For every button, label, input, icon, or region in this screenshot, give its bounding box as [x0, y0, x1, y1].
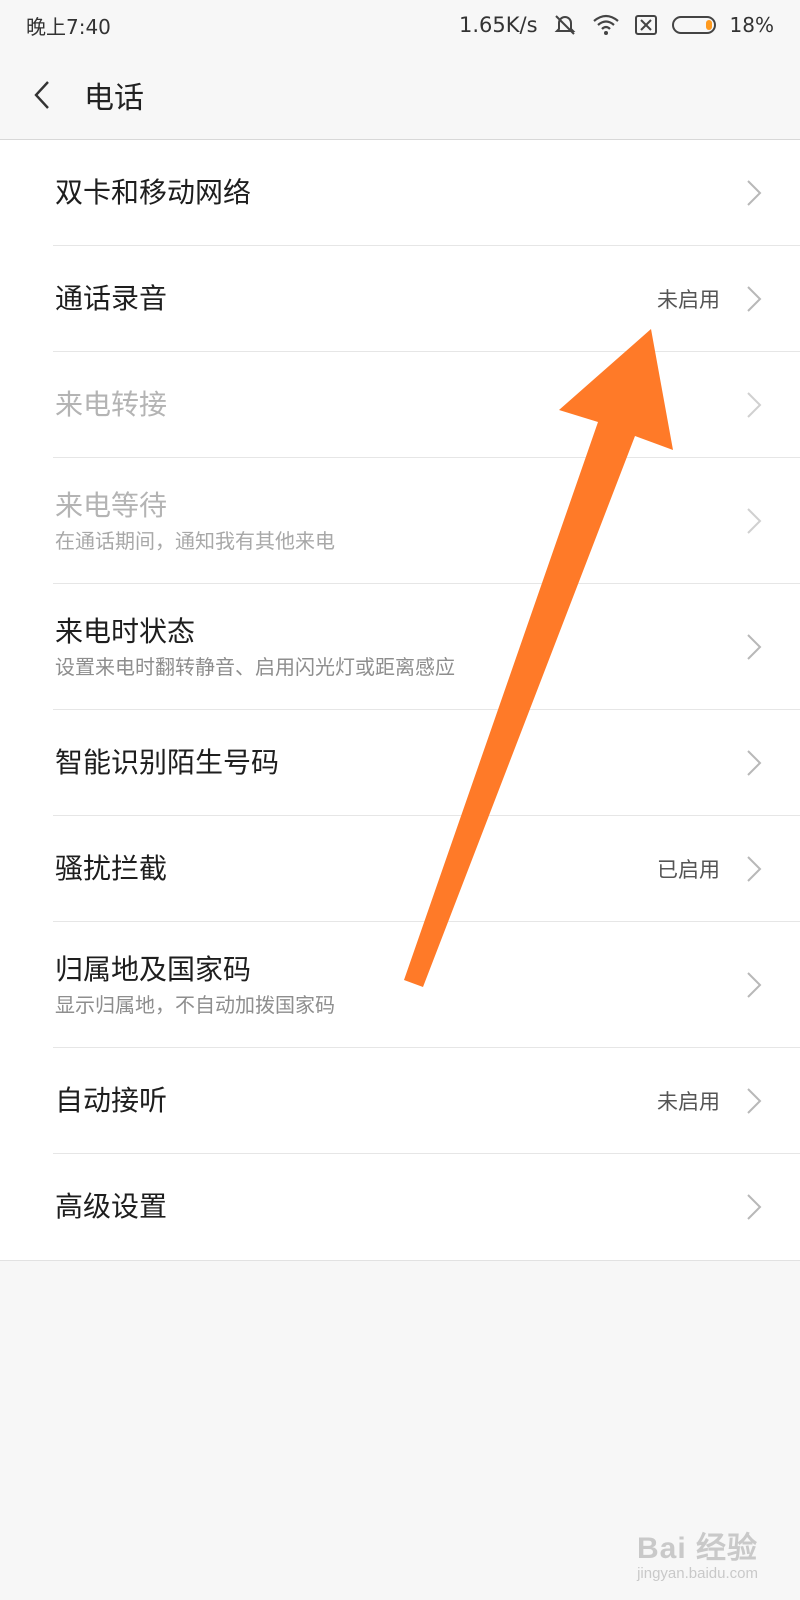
setting-call-recording[interactable]: 通话录音 未启用: [0, 246, 800, 352]
battery-icon: [671, 16, 716, 34]
back-chevron-icon: [34, 80, 49, 109]
title-bar: 电话: [0, 50, 800, 140]
setting-location-country-code[interactable]: 归属地及国家码 显示归属地，不自动加拨国家码: [0, 922, 800, 1048]
chevron-right-icon: [747, 972, 762, 998]
setting-smart-caller-id[interactable]: 智能识别陌生号码: [0, 710, 800, 816]
setting-subtitle: 在通话期间，通知我有其他来电: [55, 529, 335, 553]
chevron-right-icon: [747, 180, 762, 206]
page-title: 电话: [84, 80, 144, 116]
sim-off-icon: [634, 15, 657, 35]
setting-title: 来电时状态: [55, 615, 196, 648]
setting-title: 来电等待: [55, 489, 168, 522]
watermark: Bai 经验 jingyan.baidu.com: [637, 1523, 758, 1582]
setting-auto-answer[interactable]: 自动接听 未启用: [0, 1048, 800, 1154]
status-bar: 晚上7:40 1.65K/s 18%: [0, 0, 800, 50]
status-time: 晚上7:40: [26, 14, 111, 39]
setting-status: 未启用: [657, 288, 720, 312]
setting-title: 双卡和移动网络: [55, 176, 252, 209]
setting-dual-sim-network[interactable]: 双卡和移动网络: [0, 140, 800, 246]
chevron-right-icon: [747, 856, 762, 882]
setting-title: 骚扰拦截: [55, 852, 168, 885]
setting-title: 智能识别陌生号码: [55, 746, 280, 779]
setting-spam-blocking[interactable]: 骚扰拦截 已启用: [0, 816, 800, 922]
setting-incoming-call-status[interactable]: 来电时状态 设置来电时翻转静音、启用闪光灯或距离感应: [0, 584, 800, 710]
network-speed: 1.65K/s: [459, 13, 538, 37]
status-icons: 1.65K/s 18%: [459, 12, 774, 38]
wifi-icon: [592, 14, 619, 35]
setting-title: 归属地及国家码: [55, 953, 252, 986]
setting-title: 自动接听: [55, 1084, 168, 1117]
setting-status: 已启用: [657, 858, 720, 882]
setting-title: 高级设置: [55, 1190, 168, 1223]
setting-subtitle: 显示归属地，不自动加拨国家码: [55, 993, 335, 1017]
back-button[interactable]: [0, 50, 84, 140]
setting-title: 通话录音: [55, 282, 168, 315]
chevron-right-icon: [747, 750, 762, 776]
settings-list: 双卡和移动网络 通话录音 未启用 来电转接 来电等待 在通话期间，通知我有其他来…: [0, 140, 800, 1261]
chevron-right-icon: [747, 634, 762, 660]
setting-call-forwarding: 来电转接: [0, 352, 800, 458]
chevron-right-icon: [747, 1194, 762, 1220]
watermark-logo: Bai 经验: [636, 1532, 758, 1565]
setting-subtitle: 设置来电时翻转静音、启用闪光灯或距离感应: [55, 655, 455, 679]
chevron-right-icon: [747, 1088, 762, 1114]
chevron-right-icon: [747, 508, 762, 534]
battery-percent: 18%: [729, 13, 774, 37]
setting-advanced[interactable]: 高级设置: [0, 1154, 800, 1260]
setting-status: 未启用: [657, 1090, 720, 1114]
setting-call-waiting: 来电等待 在通话期间，通知我有其他来电: [0, 458, 800, 584]
chevron-right-icon: [747, 286, 762, 312]
mute-icon: [554, 15, 575, 35]
watermark-url: jingyan.baidu.com: [637, 1565, 758, 1582]
setting-title: 来电转接: [55, 388, 168, 421]
chevron-right-icon: [747, 392, 762, 418]
